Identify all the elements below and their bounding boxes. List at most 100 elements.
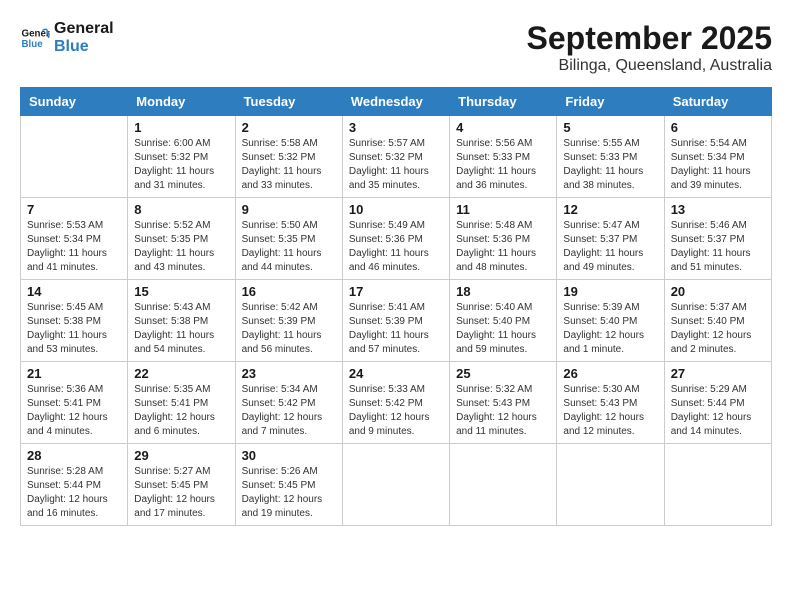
day-number: 10 <box>349 202 443 217</box>
day-number: 9 <box>242 202 336 217</box>
day-number: 28 <box>27 448 121 463</box>
day-info: Sunrise: 5:26 AM Sunset: 5:45 PM Dayligh… <box>242 465 336 521</box>
day-number: 2 <box>242 120 336 135</box>
day-number: 29 <box>134 448 228 463</box>
day-number: 4 <box>456 120 550 135</box>
day-info: Sunrise: 5:47 AM Sunset: 5:37 PM Dayligh… <box>563 219 657 275</box>
calendar-cell: 6Sunrise: 5:54 AM Sunset: 5:34 PM Daylig… <box>664 116 771 198</box>
month-title: September 2025 <box>527 20 772 57</box>
calendar-cell: 19 Sunrise: 5:39 AM Sunset: 5:40 PM Dayli… <box>557 280 664 362</box>
day-number: 27 <box>671 366 765 381</box>
day-info: Sunrise: 5:50 AM Sunset: 5:35 PM Dayligh… <box>242 219 336 275</box>
day-info: Sunrise: 5:41 AM Sunset: 5:39 PM Dayligh… <box>349 301 443 357</box>
day-number: 20 <box>671 284 765 299</box>
calendar-cell <box>557 444 664 526</box>
svg-text:General: General <box>22 29 51 40</box>
calendar-cell: 16 Sunrise: 5:42 AM Sunset: 5:39 PM Dayli… <box>235 280 342 362</box>
calendar-cell: 9 Sunrise: 5:50 AM Sunset: 5:35 PM Daylig… <box>235 198 342 280</box>
day-number: 18 <box>456 284 550 299</box>
day-info: Sunrise: 5:28 AM Sunset: 5:44 PM Dayligh… <box>27 465 121 521</box>
calendar-cell: 27 Sunrise: 5:29 AM Sunset: 5:44 PM Dayli… <box>664 362 771 444</box>
calendar-cell: 15 Sunrise: 5:43 AM Sunset: 5:38 PM Dayli… <box>128 280 235 362</box>
day-number: 17 <box>349 284 443 299</box>
calendar-cell: 22 Sunrise: 5:35 AM Sunset: 5:41 PM Dayli… <box>128 362 235 444</box>
calendar-cell: 1 Sunrise: 6:00 AM Sunset: 5:32 PM Daylig… <box>128 116 235 198</box>
weekday-header: Sunday <box>21 88 128 116</box>
calendar-cell: 23 Sunrise: 5:34 AM Sunset: 5:42 PM Dayli… <box>235 362 342 444</box>
day-info: Sunrise: 5:29 AM Sunset: 5:44 PM Dayligh… <box>671 383 765 439</box>
calendar-cell: 26Sunrise: 5:30 AM Sunset: 5:43 PM Dayli… <box>557 362 664 444</box>
calendar-cell: 13 Sunrise: 5:46 AM Sunset: 5:37 PM Dayli… <box>664 198 771 280</box>
day-info: Sunrise: 6:00 AM Sunset: 5:32 PM Dayligh… <box>134 137 228 193</box>
calendar-cell: 24Sunrise: 5:33 AM Sunset: 5:42 PM Dayli… <box>342 362 449 444</box>
weekday-header: Monday <box>128 88 235 116</box>
day-number: 7 <box>27 202 121 217</box>
calendar-cell: 2 Sunrise: 5:58 AM Sunset: 5:32 PM Daylig… <box>235 116 342 198</box>
day-number: 19 <box>563 284 657 299</box>
calendar-cell <box>21 116 128 198</box>
day-info: Sunrise: 5:45 AM Sunset: 5:38 PM Dayligh… <box>27 301 121 357</box>
day-number: 12 <box>563 202 657 217</box>
day-info: Sunrise: 5:57 AM Sunset: 5:32 PM Dayligh… <box>349 137 443 193</box>
day-number: 3 <box>349 120 443 135</box>
day-info: Sunrise: 5:27 AM Sunset: 5:45 PM Dayligh… <box>134 465 228 521</box>
day-number: 13 <box>671 202 765 217</box>
calendar-table: SundayMondayTuesdayWednesdayThursdayFrid… <box>20 87 772 526</box>
calendar-cell: 14 Sunrise: 5:45 AM Sunset: 5:38 PM Dayli… <box>21 280 128 362</box>
calendar-cell: 3 Sunrise: 5:57 AM Sunset: 5:32 PM Daylig… <box>342 116 449 198</box>
location-subtitle: Bilinga, Queensland, Australia <box>527 57 772 75</box>
day-number: 23 <box>242 366 336 381</box>
calendar-cell: 4 Sunrise: 5:56 AM Sunset: 5:33 PM Daylig… <box>450 116 557 198</box>
calendar-cell: 21 Sunrise: 5:36 AM Sunset: 5:41 PM Dayli… <box>21 362 128 444</box>
weekday-header: Wednesday <box>342 88 449 116</box>
day-info: Sunrise: 5:32 AM Sunset: 5:43 PM Dayligh… <box>456 383 550 439</box>
day-info: Sunrise: 5:56 AM Sunset: 5:33 PM Dayligh… <box>456 137 550 193</box>
calendar-header: SundayMondayTuesdayWednesdayThursdayFrid… <box>21 88 772 116</box>
weekday-header: Tuesday <box>235 88 342 116</box>
logo-blue: Blue <box>54 38 114 56</box>
calendar-cell: 7 Sunrise: 5:53 AM Sunset: 5:34 PM Daylig… <box>21 198 128 280</box>
day-number: 14 <box>27 284 121 299</box>
day-number: 1 <box>134 120 228 135</box>
calendar-body: 1 Sunrise: 6:00 AM Sunset: 5:32 PM Daylig… <box>21 116 772 526</box>
day-number: 26 <box>563 366 657 381</box>
day-number: 11 <box>456 202 550 217</box>
day-number: 16 <box>242 284 336 299</box>
day-info: Sunrise: 5:46 AM Sunset: 5:37 PM Dayligh… <box>671 219 765 275</box>
weekday-header: Saturday <box>664 88 771 116</box>
day-info: Sunrise: 5:39 AM Sunset: 5:40 PM Dayligh… <box>563 301 657 357</box>
day-info: Sunrise: 5:36 AM Sunset: 5:41 PM Dayligh… <box>27 383 121 439</box>
day-info: Sunrise: 5:55 AM Sunset: 5:33 PM Dayligh… <box>563 137 657 193</box>
day-info: Sunrise: 5:58 AM Sunset: 5:32 PM Dayligh… <box>242 137 336 193</box>
day-info: Sunrise: 5:40 AM Sunset: 5:40 PM Dayligh… <box>456 301 550 357</box>
day-number: 21 <box>27 366 121 381</box>
day-info: Sunrise: 5:42 AM Sunset: 5:39 PM Dayligh… <box>242 301 336 357</box>
day-info: Sunrise: 5:43 AM Sunset: 5:38 PM Dayligh… <box>134 301 228 357</box>
calendar-cell: 12 Sunrise: 5:47 AM Sunset: 5:37 PM Dayli… <box>557 198 664 280</box>
calendar-cell: 11Sunrise: 5:48 AM Sunset: 5:36 PM Dayli… <box>450 198 557 280</box>
calendar-cell: 28 Sunrise: 5:28 AM Sunset: 5:44 PM Dayli… <box>21 444 128 526</box>
day-number: 15 <box>134 284 228 299</box>
day-info: Sunrise: 5:34 AM Sunset: 5:42 PM Dayligh… <box>242 383 336 439</box>
calendar-cell <box>664 444 771 526</box>
day-info: Sunrise: 5:35 AM Sunset: 5:41 PM Dayligh… <box>134 383 228 439</box>
day-number: 24 <box>349 366 443 381</box>
svg-text:Blue: Blue <box>22 39 44 50</box>
calendar-cell: 18 Sunrise: 5:40 AM Sunset: 5:40 PM Dayli… <box>450 280 557 362</box>
calendar-cell: 17 Sunrise: 5:41 AM Sunset: 5:39 PM Dayli… <box>342 280 449 362</box>
logo: General Blue General Blue <box>20 20 114 56</box>
calendar-cell: 29 Sunrise: 5:27 AM Sunset: 5:45 PM Dayli… <box>128 444 235 526</box>
weekday-header: Thursday <box>450 88 557 116</box>
title-section: September 2025 Bilinga, Queensland, Aust… <box>527 20 772 75</box>
day-number: 30 <box>242 448 336 463</box>
calendar-cell: 5Sunrise: 5:55 AM Sunset: 5:33 PM Daylig… <box>557 116 664 198</box>
day-info: Sunrise: 5:37 AM Sunset: 5:40 PM Dayligh… <box>671 301 765 357</box>
calendar-cell: 8Sunrise: 5:52 AM Sunset: 5:35 PM Daylig… <box>128 198 235 280</box>
day-number: 22 <box>134 366 228 381</box>
logo-general: General <box>54 20 114 38</box>
calendar-cell: 20 Sunrise: 5:37 AM Sunset: 5:40 PM Dayli… <box>664 280 771 362</box>
day-info: Sunrise: 5:49 AM Sunset: 5:36 PM Dayligh… <box>349 219 443 275</box>
day-number: 6 <box>671 120 765 135</box>
day-number: 8 <box>134 202 228 217</box>
day-info: Sunrise: 5:53 AM Sunset: 5:34 PM Dayligh… <box>27 219 121 275</box>
